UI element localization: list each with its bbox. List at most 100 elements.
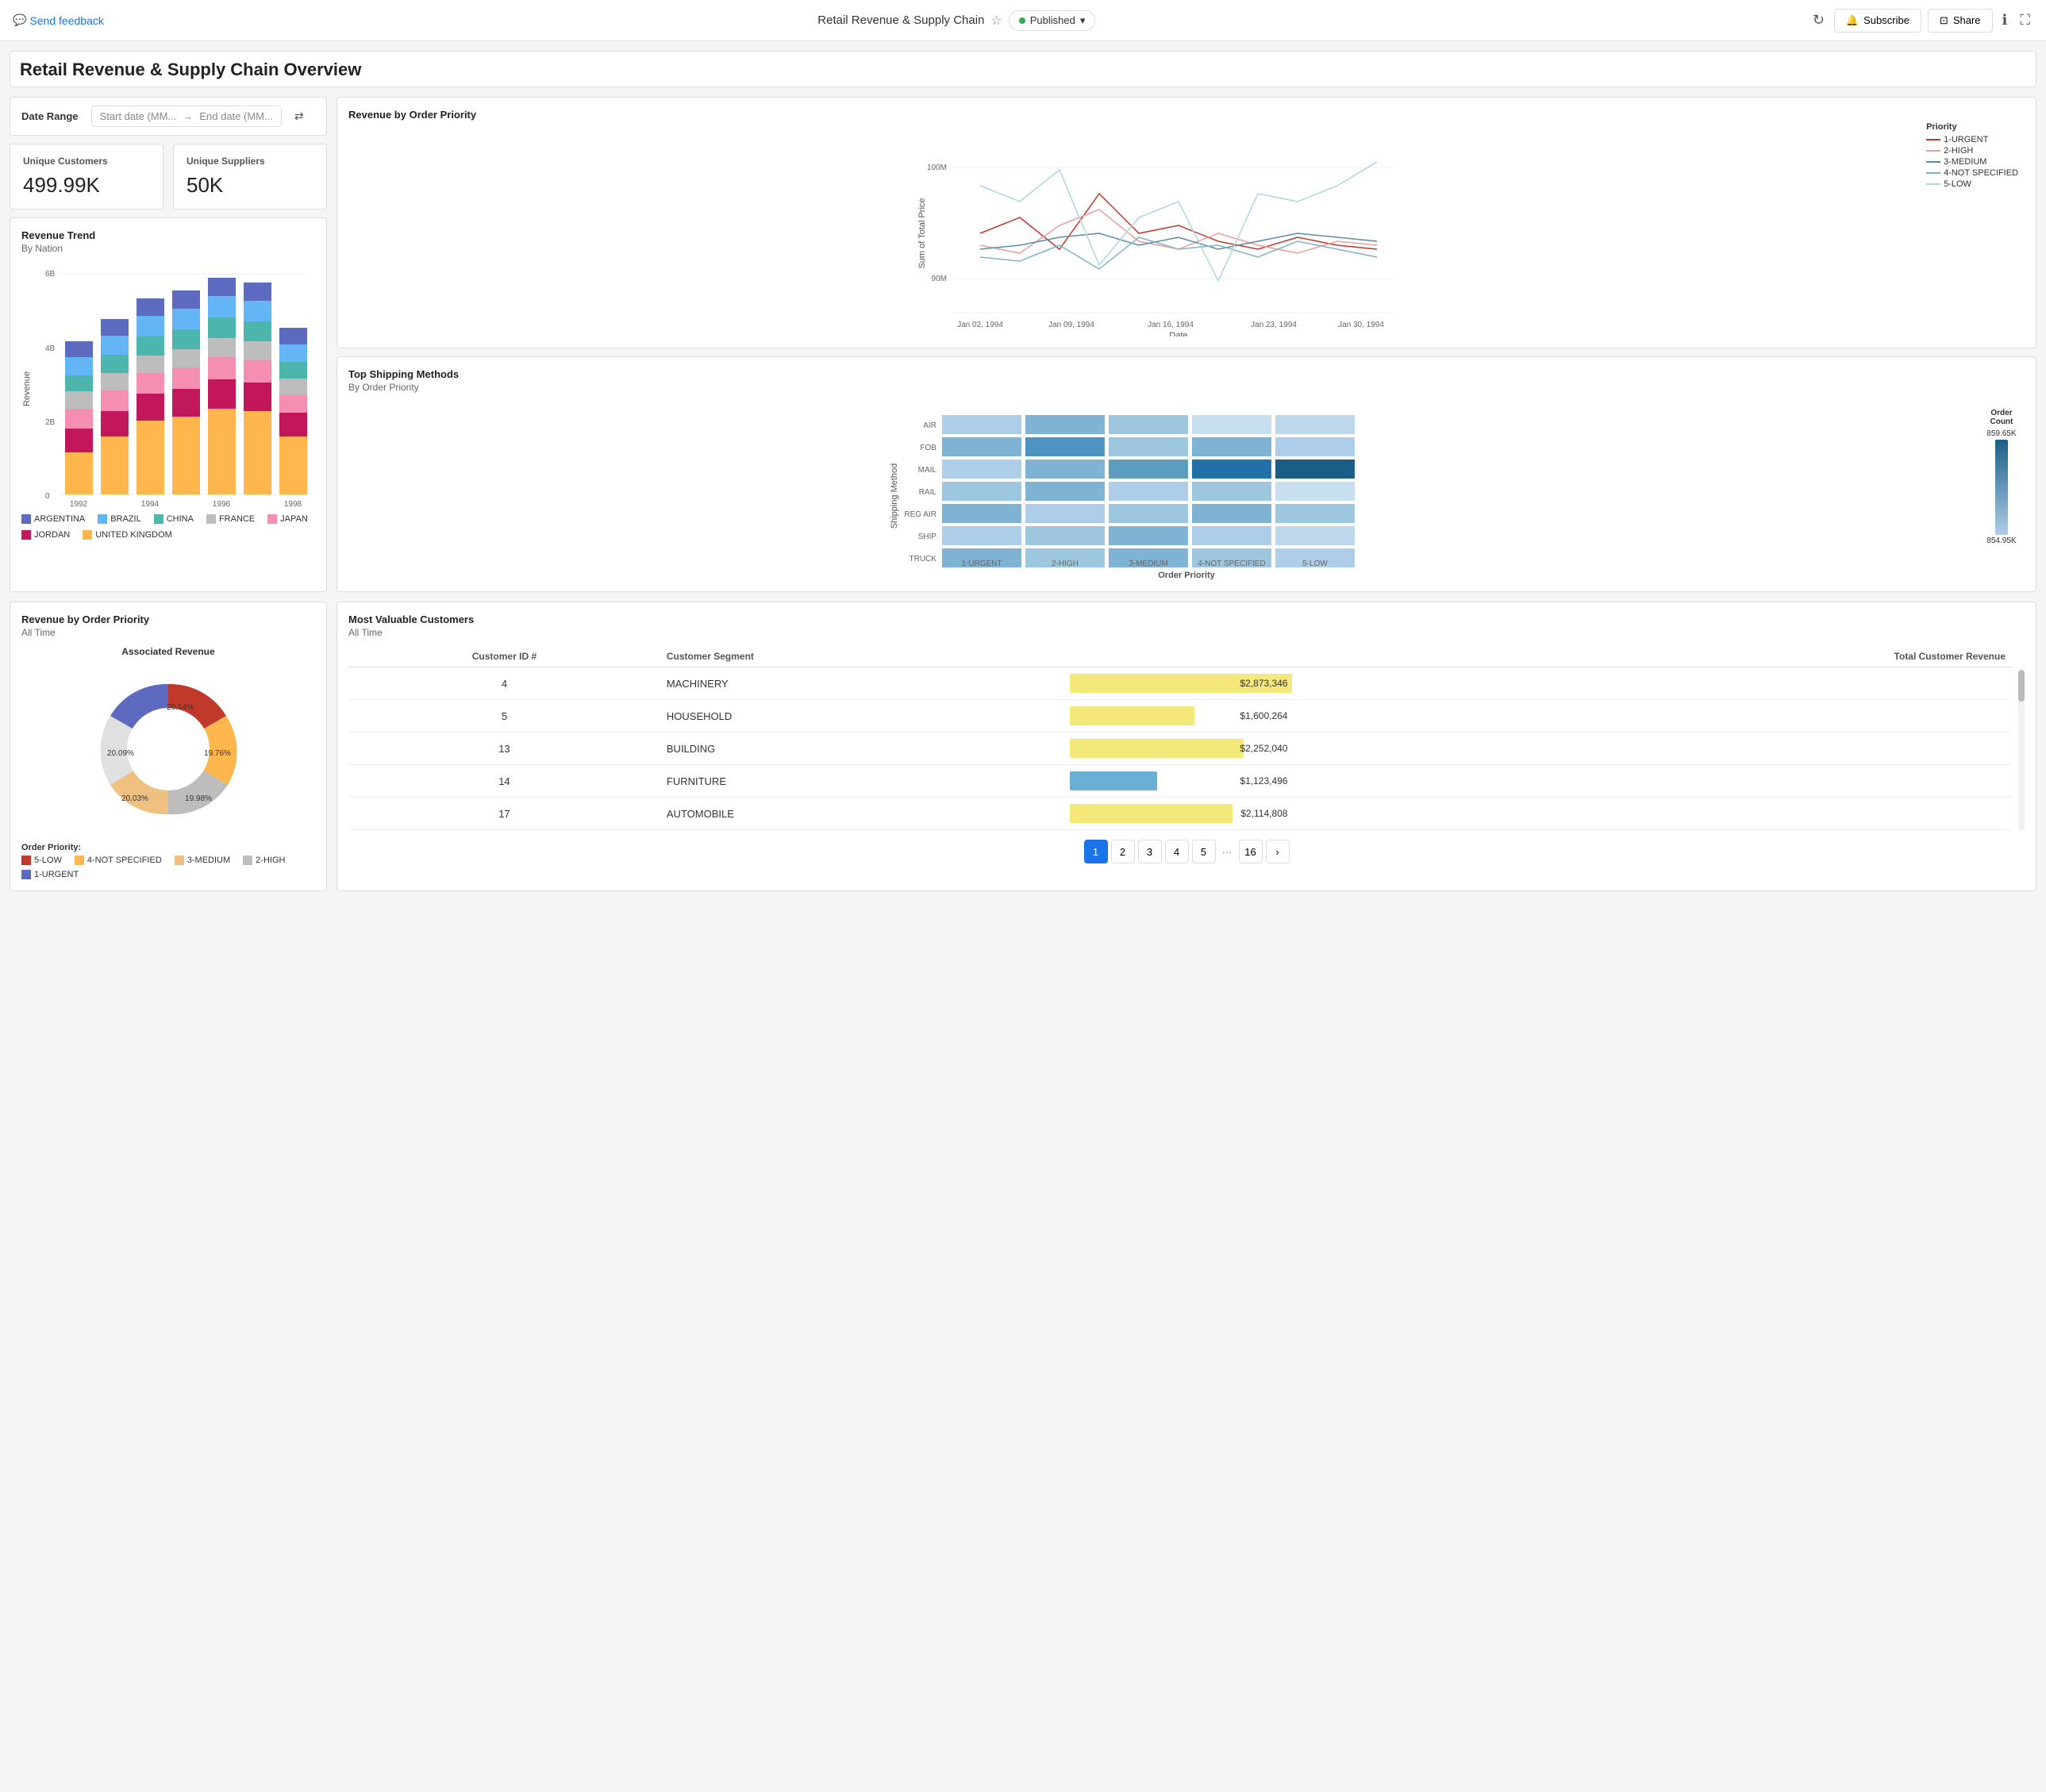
table-scrollbar[interactable] [2018,670,2025,830]
send-feedback-button[interactable]: 💬 Send feedback [13,13,104,27]
japan-color [267,514,277,524]
cell-rail-high [1025,482,1105,501]
cell-rail-low [1275,482,1355,501]
page-2-button[interactable]: 2 [1111,840,1135,863]
cell-revenue: $2,252,040 [1063,733,2012,765]
page-last-button[interactable]: 16 [1239,840,1263,863]
table-row: 14 FURNITURE $1,123,496 [348,765,2012,798]
legend-uk: UNITED KINGDOM [83,530,172,540]
cell-air-urgent [942,415,1021,434]
pct-3medium: 20.03% [121,794,148,803]
fullscreen-button[interactable]: ⛶ [2017,9,2033,32]
cell-rail-notspec [1192,482,1271,501]
subscribe-button[interactable]: 🔔 Subscribe [1834,9,1921,33]
bar-arg-4 [172,290,200,309]
page-next-button[interactable]: › [1266,840,1290,863]
cell-air-medium [1109,415,1188,434]
svg-text:Jan 23, 1994: Jan 23, 1994 [1251,321,1297,329]
bar-arg-7 [279,328,307,344]
published-label: Published [1030,14,1075,26]
cell-mail-medium [1109,460,1188,479]
svg-text:Jan 09, 1994: Jan 09, 1994 [1048,321,1094,329]
heatmap-svg: AIR FOB MAIL RAIL REG AIR SHIP TRUCK Shi… [348,401,1972,567]
heatmap-card: Top Shipping Methods By Order Priority A… [337,356,2036,592]
bar-jordan-7 [279,413,307,436]
bar-jordan-5 [208,379,236,409]
legend-3medium: 3-MEDIUM [175,856,230,865]
start-date-placeholder: Start date (MM... [100,110,177,122]
page-1-button[interactable]: 1 [1084,840,1108,863]
refresh-button[interactable]: ↻ [1809,9,1828,32]
table-body: 4 MACHINERY $2,873,346 5 HOUSEHOLD $1,60… [348,667,2012,830]
3medium-color [175,856,184,865]
date-range-input[interactable]: Start date (MM... → End date (MM... [91,106,282,127]
revenue-trend-chart: 6B 4B 2B 0 Revenue [21,262,315,508]
heatmap-x-title: Order Priority [348,571,2025,580]
page-dots: ··· [1219,846,1236,858]
bar-france-6 [244,341,271,360]
legend-4-not-specified: 4-NOT SPECIFIED [1926,168,2018,178]
info-button[interactable]: ℹ [1999,9,2011,32]
bar-japan-7 [279,394,307,413]
page-4-button[interactable]: 4 [1165,840,1189,863]
table-row: 17 AUTOMOBILE $2,114,808 [348,798,2012,830]
col-segment: Customer Segment [660,646,1064,667]
star-icon[interactable]: ☆ [990,13,1002,29]
low-line-path [980,162,1377,281]
bar-jordan-3 [137,394,164,421]
table-row: 4 MACHINERY $2,873,346 [348,667,2012,700]
svg-text:1-URGENT: 1-URGENT [961,560,1002,567]
legend-japan: JAPAN [267,514,308,524]
page-3-button[interactable]: 3 [1138,840,1162,863]
4notspec-color [75,856,84,865]
unique-customers-value: 499.99K [23,173,150,198]
cell-id: 14 [348,765,660,798]
table-row: 5 HOUSEHOLD $1,600,264 [348,700,2012,733]
china-label: CHINA [167,514,194,524]
share-button[interactable]: ⊡ Share [1928,9,1993,33]
heatmap-legend: Order Count 859.65K 854.95K [1979,401,2025,567]
bar-china-2 [101,355,129,373]
cell-segment: MACHINERY [660,667,1064,700]
cell-ship-low [1275,526,1355,545]
revenue-trend-title: Revenue Trend [21,229,315,241]
cell-id: 17 [348,798,660,830]
feedback-icon: 💬 [13,13,26,27]
legend-4notspec: 4-NOT SPECIFIED [75,856,162,865]
unique-suppliers-card: Unique Suppliers 50K [173,144,327,210]
cell-regair-high [1025,504,1105,523]
cell-segment: BUILDING [660,733,1064,765]
bar-france-2 [101,373,129,390]
bar-china-1 [65,375,93,391]
uk-label: UNITED KINGDOM [95,530,172,540]
cell-mail-urgent [942,460,1021,479]
urgent-label: 1-URGENT [1944,135,1988,144]
france-color [206,514,216,524]
donut-title: Revenue by Order Priority [21,613,315,625]
cell-revenue: $1,600,264 [1063,700,2012,733]
cell-air-high [1025,415,1105,434]
header-title-area: Retail Revenue & Supply Chain ☆ Publishe… [817,10,1095,31]
svg-text:MAIL: MAIL [918,466,937,475]
page-5-button[interactable]: 5 [1192,840,1216,863]
cell-regair-notspec [1192,504,1271,523]
bar-japan-6 [244,360,271,383]
donut-subtitle: All Time [21,627,315,638]
donut-area: Associated Revenue [21,646,315,836]
bar-uk-3 [137,421,164,494]
svg-text:6B: 6B [45,270,56,279]
cell-segment: FURNITURE [660,765,1064,798]
heatmap-max: 859.65K [1986,429,2016,438]
3medium-label: 3-MEDIUM [187,856,230,865]
cell-revenue: $2,114,808 [1063,798,2012,830]
header: 💬 Send feedback Retail Revenue & Supply … [0,0,2046,41]
cell-mail-high [1025,460,1105,479]
bar-jordan-1 [65,429,93,452]
line-chart-title: Revenue by Order Priority [348,109,2025,121]
published-badge[interactable]: Published ▾ [1009,10,1096,31]
calendar-icon[interactable]: ⇄ [294,110,304,123]
medium-line [1926,161,1940,163]
table-container: Customer ID # Customer Segment Total Cus… [348,646,2012,830]
bar-uk-7 [279,436,307,494]
2high-label: 2-HIGH [256,856,285,865]
